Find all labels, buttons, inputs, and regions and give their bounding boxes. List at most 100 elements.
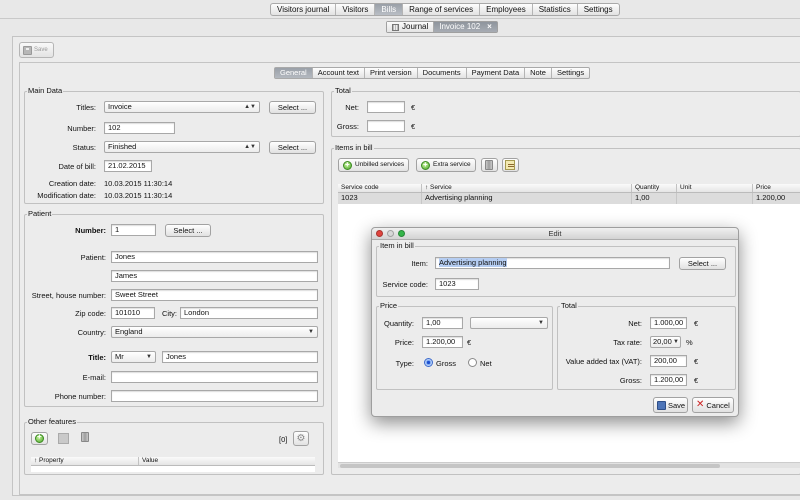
subtab-general[interactable]: General <box>275 68 313 78</box>
nav-tab-range-of-services[interactable]: Range of services <box>403 4 481 15</box>
quantity-input[interactable]: 1,00 <box>422 317 463 329</box>
dialog-gross-input[interactable]: 1.200,00 <box>650 374 687 386</box>
dialog-title: Edit <box>548 229 562 238</box>
net-option-label: Net <box>480 359 492 368</box>
journal-icon <box>392 23 399 31</box>
unbilled-services-button[interactable]: Unbilled services <box>338 158 410 172</box>
dialog-net-input[interactable]: 1.000,00 <box>650 317 687 329</box>
minimize-window-icon[interactable] <box>387 230 394 237</box>
item-select-button[interactable]: Select ... <box>679 257 726 270</box>
cell-quantity: 1,00 <box>632 193 677 204</box>
invoice-subtabs: General Account text Print version Docum… <box>274 67 591 79</box>
column-header-value[interactable]: Value <box>139 457 315 465</box>
nav-tab-bills[interactable]: Bills <box>375 4 404 15</box>
dialog-title-bar[interactable]: Edit <box>372 228 738 240</box>
dialog-cancel-button[interactable]: ✕ Cancel <box>692 397 734 413</box>
edit-item-button[interactable] <box>502 158 519 172</box>
column-header-quantity[interactable]: Quantity <box>632 184 677 192</box>
features-table-header: ↑ Property Value <box>31 457 315 466</box>
table-row[interactable]: 1023 Advertising planning 1,00 1.200,00 <box>338 193 800 204</box>
dialog-net-label: Net: <box>628 319 642 328</box>
patient-select-button[interactable]: Select ... <box>165 224 211 237</box>
country-select[interactable]: England ▼ <box>111 326 318 338</box>
patient-last-name-input[interactable]: Jones <box>111 251 318 263</box>
titles-select[interactable]: Invoice ▲▼ <box>104 101 260 113</box>
subtab-documents[interactable]: Documents <box>418 68 467 78</box>
phone-input[interactable] <box>111 390 318 402</box>
total-gross-input[interactable] <box>367 120 405 132</box>
subtab-payment-data[interactable]: Payment Data <box>467 68 526 78</box>
modification-date-value: 10.03.2015 11:30:14 <box>104 191 173 200</box>
total-net-input[interactable] <box>367 101 405 113</box>
vat-input[interactable]: 200,00 <box>650 355 687 367</box>
status-select[interactable]: Finished ▲▼ <box>104 141 260 153</box>
extra-service-button[interactable]: Extra service <box>416 158 476 172</box>
status-value: Finished <box>108 142 137 151</box>
column-header-unit[interactable]: Unit <box>677 184 753 192</box>
nav-tab-visitors-journal[interactable]: Visitors journal <box>271 4 337 15</box>
top-navigation: Visitors journal Visitors Bills Range of… <box>270 3 620 16</box>
cell-unit <box>677 193 753 204</box>
disk-icon <box>657 400 666 410</box>
dialog-gross-label: Gross: <box>619 376 642 385</box>
gear-icon[interactable]: ⚙ <box>293 431 309 446</box>
item-in-bill-group <box>376 246 736 297</box>
nav-tab-statistics[interactable]: Statistics <box>533 4 578 15</box>
nav-tab-employees[interactable]: Employees <box>480 4 533 15</box>
gross-radio[interactable] <box>424 358 433 367</box>
close-window-icon[interactable] <box>376 230 383 237</box>
net-radio[interactable] <box>468 358 477 367</box>
edit-dialog: Edit Item in bill Item: Advertising plan… <box>371 227 739 417</box>
delete-item-button[interactable] <box>481 158 498 172</box>
subtab-note[interactable]: Note <box>525 68 552 78</box>
number-input[interactable]: 102 <box>104 122 175 134</box>
dialog-save-button[interactable]: Save <box>653 397 688 413</box>
cell-service: Advertising planning <box>422 193 632 204</box>
titles-label: Titles: <box>76 103 96 112</box>
dialog-total-title: Total <box>560 301 578 310</box>
nav-tab-settings[interactable]: Settings <box>578 4 619 15</box>
unit-select[interactable]: ▼ <box>470 317 548 329</box>
scrollbar-thumb[interactable] <box>340 464 720 468</box>
doc-tab-invoice[interactable]: Invoice 102 × <box>434 22 497 32</box>
chevron-down-icon: ▼ <box>538 320 544 326</box>
subtab-account-text[interactable]: Account text <box>313 68 365 78</box>
item-in-bill-title: Item in bill <box>379 241 415 250</box>
tax-rate-select[interactable]: 20,00 ▼ <box>650 336 681 348</box>
subtab-settings[interactable]: Settings <box>552 68 589 78</box>
title-select[interactable]: Mr ▼ <box>111 351 156 363</box>
add-feature-button[interactable] <box>31 432 48 445</box>
patient-number-label: Number: <box>75 226 106 235</box>
edit-feature-icon[interactable] <box>58 433 69 444</box>
nav-tab-visitors[interactable]: Visitors <box>336 4 376 15</box>
status-select-button[interactable]: Select ... <box>269 141 316 154</box>
patient-number-input[interactable]: 1 <box>111 224 156 236</box>
street-input[interactable]: Sweet Street <box>111 289 318 301</box>
subtab-print-version[interactable]: Print version <box>365 68 418 78</box>
item-input[interactable]: Advertising planning <box>435 257 670 269</box>
items-horizontal-scrollbar[interactable] <box>338 462 800 468</box>
column-header-price[interactable]: Price <box>753 184 800 192</box>
doc-tab-journal[interactable]: Journal <box>387 22 435 32</box>
phone-label: Phone number: <box>54 392 106 401</box>
column-header-property[interactable]: ↑ Property <box>31 457 139 465</box>
feature-count: [0] <box>279 435 288 444</box>
column-header-service[interactable]: ↑ Service <box>422 184 632 192</box>
city-input[interactable]: London <box>180 307 318 319</box>
toolbar-save-button[interactable]: Save <box>19 42 54 58</box>
price-input[interactable]: 1.200,00 <box>422 336 463 348</box>
close-icon[interactable]: × <box>487 22 492 32</box>
service-code-input[interactable]: 1023 <box>435 278 479 290</box>
title-name-input[interactable]: Jones <box>162 351 318 363</box>
date-of-bill-input[interactable]: 21.02.2015 <box>104 160 152 172</box>
patient-first-name-input[interactable]: James <box>111 270 318 282</box>
zip-input[interactable]: 101010 <box>111 307 155 319</box>
maximize-window-icon[interactable] <box>398 230 405 237</box>
dialog-save-label: Save <box>668 400 686 410</box>
type-label: Type: <box>395 359 414 368</box>
column-header-service-code[interactable]: Service code <box>338 184 422 192</box>
doc-tab-journal-label: Journal <box>402 22 429 31</box>
titles-select-button[interactable]: Select ... <box>269 101 316 114</box>
email-input[interactable] <box>111 371 318 383</box>
delete-feature-button[interactable] <box>81 432 89 444</box>
